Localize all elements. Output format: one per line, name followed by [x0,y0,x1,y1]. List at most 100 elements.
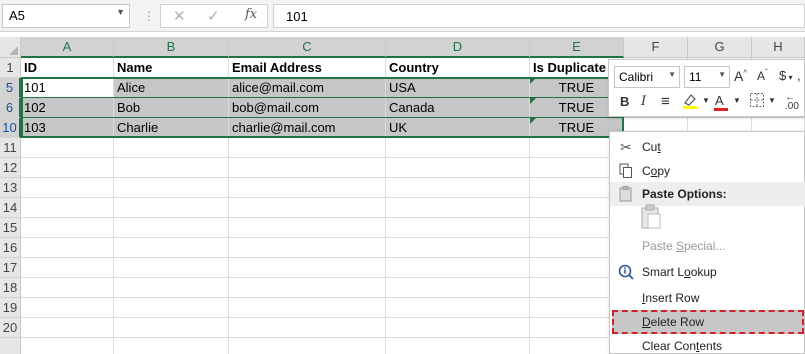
header-cell-email[interactable]: Email Address [229,58,386,78]
empty-cell[interactable] [114,178,229,198]
chevron-down-icon[interactable]: ▼ [702,96,710,105]
empty-cell[interactable] [386,138,530,158]
empty-cell[interactable] [229,278,386,298]
font-name-dropdown[interactable]: Calibri ▼ [614,66,680,88]
chevron-down-icon[interactable]: ▼ [768,96,776,105]
empty-cell[interactable] [386,278,530,298]
font-color-icon[interactable]: A [714,93,728,111]
empty-cell[interactable] [114,218,229,238]
italic-icon[interactable]: I [641,94,646,109]
increase-font-icon[interactable]: A^ [734,68,747,84]
empty-cell[interactable] [386,238,530,258]
row-header-6[interactable]: 6 [0,98,21,118]
column-header-f[interactable]: F [624,37,688,58]
header-cell-country[interactable]: Country [386,58,530,78]
menu-item-smart-lookup[interactable]: Smart Lookup [610,260,805,284]
empty-cell[interactable] [21,338,114,354]
column-header-d[interactable]: D [386,37,530,58]
empty-cell[interactable] [114,278,229,298]
name-box[interactable]: A5 ▼ [2,4,130,28]
header-cell-id[interactable]: ID [21,58,114,78]
row-header-13[interactable]: 13 [0,178,21,198]
column-header-h[interactable]: H [752,37,805,58]
empty-cell[interactable] [21,158,114,178]
empty-cell[interactable] [386,218,530,238]
row-header-1[interactable]: 1 [0,58,21,78]
insert-function-icon[interactable]: fx [245,7,257,22]
more-options-icon[interactable]: , [797,68,801,83]
column-header-g[interactable]: G [688,37,752,58]
highlight-color-icon[interactable] [682,92,698,113]
header-cell-name[interactable]: Name [114,58,229,78]
cell-country[interactable]: UK [386,118,530,138]
paste-clipboard-icon[interactable] [640,204,662,230]
empty-cell[interactable] [21,298,114,318]
bold-icon[interactable]: B [620,94,629,109]
cell-country[interactable]: USA [386,78,530,98]
empty-cell[interactable] [21,258,114,278]
empty-cell[interactable] [114,138,229,158]
empty-cell[interactable] [21,138,114,158]
select-all-corner[interactable] [0,37,21,58]
enter-check-icon[interactable]: ✓ [207,7,220,25]
empty-cell[interactable] [386,338,530,354]
empty-cell[interactable] [114,158,229,178]
accounting-format-icon[interactable]: $ ▾ [779,68,792,83]
menu-item-insert-row[interactable]: Insert Row [610,286,805,310]
menu-item-clear-contents[interactable]: Clear Contents [610,334,805,354]
cell-email[interactable]: alice@mail.com [229,78,386,98]
column-header-b[interactable]: B [114,37,229,58]
borders-icon[interactable] [749,92,765,111]
empty-cell[interactable] [386,258,530,278]
cancel-icon[interactable]: ✕ [173,7,186,25]
empty-cell[interactable] [21,238,114,258]
column-header-a[interactable]: A [21,37,114,58]
row-header-15[interactable]: 15 [0,218,21,238]
cell-id-active[interactable]: 101 [21,78,114,98]
empty-cell[interactable] [229,318,386,338]
row-header-11[interactable]: 11 [0,138,21,158]
empty-cell[interactable] [386,158,530,178]
empty-cell[interactable] [21,198,114,218]
decrease-font-icon[interactable]: Aˇ [757,68,768,83]
empty-cell[interactable] [229,158,386,178]
empty-cell[interactable] [229,298,386,318]
row-header-10[interactable]: 10 [0,118,21,138]
row-header-21[interactable] [0,338,21,354]
row-header-20[interactable]: 20 [0,318,21,338]
empty-cell[interactable] [229,138,386,158]
empty-cell[interactable] [386,318,530,338]
empty-cell[interactable] [114,238,229,258]
empty-cell[interactable] [386,298,530,318]
font-size-dropdown[interactable]: 11 ▼ [684,66,730,88]
menu-item-paste-special[interactable]: Paste Special... [610,234,805,258]
cell-id[interactable]: 103 [21,118,114,138]
empty-cell[interactable] [114,258,229,278]
chevron-down-icon[interactable]: ▼ [116,7,125,17]
menu-item-cut[interactable]: ✂ Cut [610,135,805,159]
empty-cell[interactable] [229,218,386,238]
empty-cell[interactable] [114,318,229,338]
empty-cell[interactable] [114,198,229,218]
row-header-12[interactable]: 12 [0,158,21,178]
column-header-c[interactable]: C [229,37,386,58]
empty-cell[interactable] [229,338,386,354]
empty-cell[interactable] [21,278,114,298]
row-header-16[interactable]: 16 [0,238,21,258]
empty-cell[interactable] [229,258,386,278]
cell-email[interactable]: charlie@mail.com [229,118,386,138]
row-header-17[interactable]: 17 [0,258,21,278]
empty-cell[interactable] [21,218,114,238]
row-header-14[interactable]: 14 [0,198,21,218]
cell-name[interactable]: Bob [114,98,229,118]
cell-name[interactable]: Alice [114,78,229,98]
menu-item-copy[interactable]: Copy [610,159,805,183]
empty-cell[interactable] [229,198,386,218]
chevron-down-icon[interactable]: ▼ [733,96,741,105]
empty-cell[interactable] [386,178,530,198]
cell-id[interactable]: 102 [21,98,114,118]
empty-cell[interactable] [229,178,386,198]
row-header-5[interactable]: 5 [0,78,21,98]
cell-country[interactable]: Canada [386,98,530,118]
cell-name[interactable]: Charlie [114,118,229,138]
